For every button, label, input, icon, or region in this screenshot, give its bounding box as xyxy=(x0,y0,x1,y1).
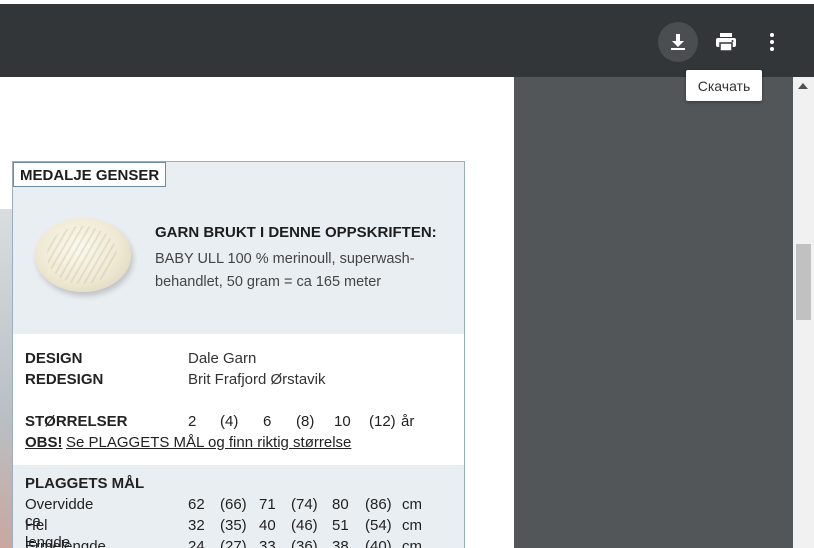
download-icon xyxy=(671,34,685,50)
size-unit: år xyxy=(401,413,415,430)
measurement-value: 24 xyxy=(188,538,205,548)
pdf-page: MEDALJE GENSER GARN BRUKT I DENNE OPPSKR… xyxy=(0,77,514,548)
print-button[interactable] xyxy=(706,22,746,62)
measurement-value: 71 xyxy=(259,496,276,513)
measurements-section: PLAGGETS MÅL Overvidde ca 62 (66) 71 (74… xyxy=(13,465,464,548)
scroll-up-arrow-icon[interactable] xyxy=(798,83,808,89)
size-value: 2 xyxy=(188,413,197,430)
measurement-unit: cm xyxy=(402,496,422,513)
design-label: DESIGN xyxy=(25,350,83,367)
obs-text: Se PLAGGETS MÅL og finn riktig størrelse xyxy=(66,434,352,451)
measurement-value: (46) xyxy=(291,517,318,534)
more-vert-icon xyxy=(770,33,774,51)
measurement-value: 40 xyxy=(259,517,276,534)
measurement-value: (35) xyxy=(220,517,247,534)
vertical-scrollbar[interactable] xyxy=(793,77,814,548)
measurements-heading: PLAGGETS MÅL xyxy=(25,475,145,492)
download-tooltip: Скачать xyxy=(686,70,762,101)
scroll-thumb[interactable] xyxy=(796,244,811,320)
measurement-value: (54) xyxy=(365,517,392,534)
yarn-desc-line1: BABY ULL 100 % merinoull, superwash- xyxy=(155,251,415,267)
more-options-button[interactable] xyxy=(752,22,792,62)
redesign-label: REDESIGN xyxy=(25,371,104,388)
pdf-toolbar xyxy=(0,4,814,77)
measurement-value: (74) xyxy=(291,496,318,513)
measurement-value: (36) xyxy=(291,538,318,548)
measurement-value: 80 xyxy=(332,496,349,513)
yarn-description: BABY ULL 100 % merinoull, superwash- beh… xyxy=(155,248,445,294)
obs-label: OBS! xyxy=(25,434,63,451)
measurement-value: 51 xyxy=(332,517,349,534)
size-value: (4) xyxy=(220,413,239,430)
measurement-value: 32 xyxy=(188,517,205,534)
size-value: 6 xyxy=(263,413,272,430)
measurement-value: 62 xyxy=(188,496,205,513)
measurement-value: (86) xyxy=(365,496,392,513)
measurement-value: (66) xyxy=(220,496,247,513)
measurement-value: (40) xyxy=(365,538,392,548)
yarn-ball-image xyxy=(35,218,131,292)
size-value: (12) xyxy=(369,413,396,430)
size-value: 10 xyxy=(334,413,351,430)
measurement-value: 33 xyxy=(259,538,276,548)
yarn-heading: GARN BRUKT I DENNE OPPSKRIFTEN: xyxy=(155,224,437,241)
redesign-value: Brit Frafjord Ørstavik xyxy=(188,371,326,388)
sizes-label: STØRRELSER xyxy=(25,413,128,430)
yarn-desc-line2: behandlet, 50 gram = ca 165 meter xyxy=(155,274,382,290)
pdf-viewport[interactable]: MEDALJE GENSER GARN BRUKT I DENNE OPPSKR… xyxy=(0,77,793,548)
measurement-label: Ermelengde ca xyxy=(25,538,106,548)
print-icon xyxy=(716,33,736,52)
measurement-unit: cm xyxy=(402,538,422,548)
page-photo-edge xyxy=(0,209,12,548)
yarn-section: MEDALJE GENSER GARN BRUKT I DENNE OPPSKR… xyxy=(13,162,464,334)
design-value: Dale Garn xyxy=(188,350,257,367)
size-value: (8) xyxy=(296,413,315,430)
measurement-unit: cm xyxy=(402,517,422,534)
measurement-value: (27) xyxy=(220,538,247,548)
pattern-info-card: MEDALJE GENSER GARN BRUKT I DENNE OPPSKR… xyxy=(12,161,465,548)
measurement-value: 38 xyxy=(332,538,349,548)
pattern-title: MEDALJE GENSER xyxy=(13,162,167,187)
download-button[interactable] xyxy=(658,22,698,62)
